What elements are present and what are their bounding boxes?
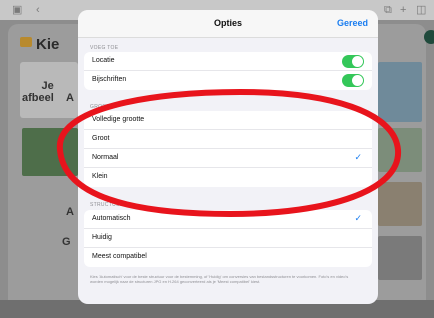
format-group: Automatisch ✓ Huidig Meest compatibel [84,210,372,267]
toggle-row-captions[interactable]: Bijschriften [84,71,372,90]
sidebar-icon[interactable]: ▣ [12,4,22,16]
format-option-most-compatible[interactable]: Meest compatibel [84,248,372,267]
background-photo [378,62,422,122]
add-icon[interactable]: + [400,4,406,16]
row-label: Huidig [92,234,112,241]
row-label: Groot [92,135,110,142]
row-label: Bijschriften [92,76,127,83]
format-option-current[interactable]: Huidig [84,229,372,248]
close-icon[interactable] [424,30,434,44]
options-sheet: Opties Gereed VOEG TOE Locatie Bijschrif… [78,10,378,304]
background-photo [22,128,78,176]
nav-bar: Opties Gereed [78,10,378,38]
row-label: Meest compatibel [92,253,147,260]
copy-icon[interactable]: ⧉ [384,4,392,16]
section-label-size: GROOTTE [90,104,117,110]
background-label: A [66,92,74,104]
section-label-include: VOEG TOE [90,45,119,51]
captions-toggle[interactable] [342,74,364,87]
background-photo [378,236,422,280]
section-label-format: STRUCTUUR [90,202,124,208]
format-footnote: Kies 'Automatisch' voor de beste structu… [90,274,349,284]
row-label: Automatisch [92,215,131,222]
background-photo [378,128,422,172]
size-option-full[interactable]: Volledige grootte [84,111,372,130]
row-label: Normaal [92,154,119,161]
size-option-small[interactable]: Klein [84,168,372,187]
done-button[interactable]: Gereed [337,18,368,28]
background-card-text: Je afbeel [22,80,54,104]
include-group: Locatie Bijschriften [84,52,372,90]
size-option-large[interactable]: Groot [84,130,372,149]
app-icon [20,37,32,47]
toggle-row-location[interactable]: Locatie [84,52,372,71]
toggle-knob [352,75,363,86]
row-label: Klein [92,173,108,180]
background-label: A [66,206,74,218]
checkmark-icon: ✓ [354,152,362,162]
back-icon[interactable]: ‹ [36,4,40,16]
background-label: G [62,236,71,248]
location-toggle[interactable] [342,55,364,68]
app-heading: Kie [18,36,59,53]
toggle-knob [352,56,363,67]
tabs-icon[interactable]: ◫ [416,4,426,16]
background-photo [378,182,422,226]
size-group: Volledige grootte Groot Normaal ✓ Klein [84,111,372,187]
format-option-automatic[interactable]: Automatisch ✓ [84,210,372,229]
row-label: Locatie [92,57,115,64]
row-label: Volledige grootte [92,116,145,123]
checkmark-icon: ✓ [354,213,362,223]
size-option-normal[interactable]: Normaal ✓ [84,149,372,168]
sheet-title: Opties [213,18,242,28]
